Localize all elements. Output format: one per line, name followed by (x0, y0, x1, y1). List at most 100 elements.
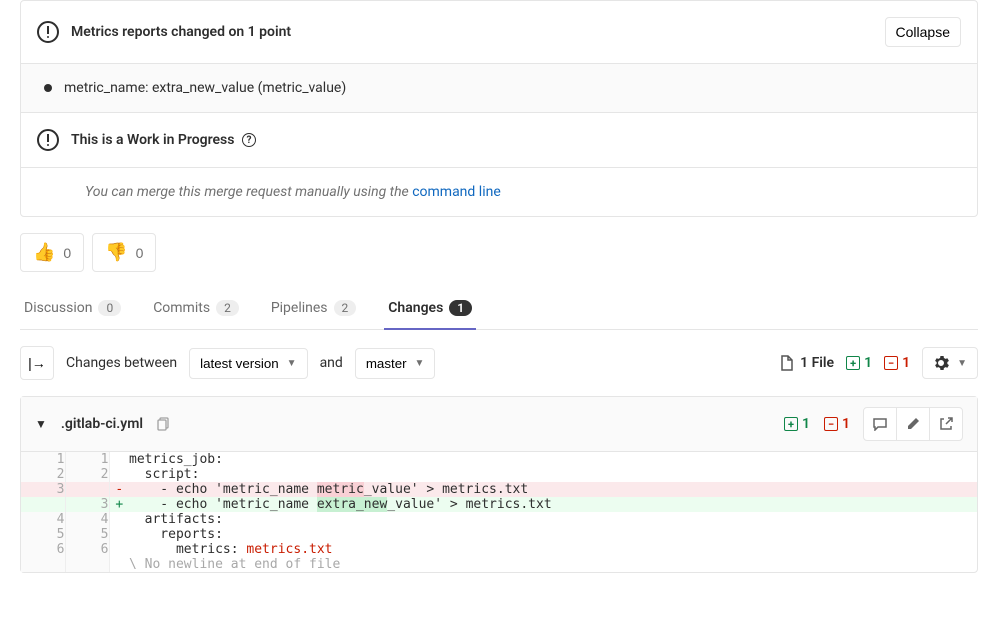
chevron-down-icon: ▼ (415, 358, 425, 369)
diff-file-panel: ▼ .gitlab-ci.yml + 1 − 1 (20, 396, 978, 573)
diff-file-header: ▼ .gitlab-ci.yml + 1 − 1 (21, 397, 977, 452)
copy-path-icon[interactable] (157, 417, 171, 431)
mr-tabs: Discussion 0 Commits 2 Pipelines 2 Chang… (20, 288, 978, 330)
diff-line[interactable]: 11 metrics_job: (21, 452, 977, 467)
tab-pipelines-badge: 2 (334, 300, 357, 316)
deletions-count: 1 (902, 355, 910, 371)
alert-icon (37, 129, 59, 151)
file-name: .gitlab-ci.yml (61, 416, 143, 432)
help-icon[interactable]: ? (242, 133, 256, 147)
diff-line[interactable]: 3+ - echo 'metric_name extra_new_value' … (21, 497, 977, 512)
command-line-link[interactable]: command line (412, 184, 501, 200)
thumbs-up-button[interactable]: 👍 0 (20, 233, 84, 272)
old-line-number: 6 (21, 542, 65, 557)
pencil-icon (906, 417, 920, 431)
new-line-number: 1 (65, 452, 109, 467)
code-content: metrics_job: (129, 452, 977, 467)
code-content: metrics: metrics.txt (129, 542, 977, 557)
version-dropdown[interactable]: latest version ▼ (189, 348, 307, 379)
chevron-down-icon: ▼ (957, 358, 967, 369)
tab-pipelines[interactable]: Pipelines 2 (267, 288, 360, 330)
collapse-file-toggle[interactable]: ▼ (35, 417, 47, 431)
new-line-number: 2 (65, 467, 109, 482)
code-content: - echo 'metric_name extra_new_value' > m… (129, 497, 977, 512)
code-content: - echo 'metric_name metric_value' > metr… (129, 482, 977, 497)
diff-sign (109, 527, 129, 542)
external-link-icon (939, 417, 953, 431)
comment-icon (872, 417, 888, 431)
file-deletions-count: 1 (842, 416, 850, 432)
old-line-number: 3 (21, 482, 65, 497)
old-line-number (21, 497, 65, 512)
and-label: and (320, 355, 343, 371)
thumbs-up-icon: 👍 (33, 242, 55, 263)
diff-sign: - (109, 482, 129, 497)
alert-icon (37, 21, 59, 43)
thumbs-up-count: 0 (63, 245, 71, 261)
reactions-bar: 👍 0 👎 0 (20, 233, 978, 272)
target-branch-label: master (366, 356, 407, 371)
chevron-down-icon: ▼ (287, 358, 297, 369)
diff-sign (109, 452, 129, 467)
diff-sign (109, 467, 129, 482)
new-line-number: 4 (65, 512, 109, 527)
file-icon (780, 355, 794, 371)
new-line-number (65, 482, 109, 497)
collapse-button[interactable]: Collapse (885, 17, 961, 47)
merge-manual-row: You can merge this merge request manuall… (21, 167, 977, 216)
diff-table: 11 metrics_job:22 script:3 - - echo 'metr… (21, 452, 977, 572)
no-newline-text: \ No newline at end of file (129, 557, 977, 572)
bullet-icon (44, 84, 52, 92)
metrics-heading: Metrics reports changed on 1 point (71, 24, 873, 40)
minus-square-icon: − (884, 356, 898, 370)
metrics-detail-text: metric_name: extra_new_value (metric_val… (64, 80, 346, 96)
metrics-detail-row: metric_name: extra_new_value (metric_val… (21, 63, 977, 112)
comment-file-button[interactable] (863, 407, 897, 441)
code-content: reports: (129, 527, 977, 542)
additions-stat: + 1 (846, 355, 872, 371)
diff-sign (109, 542, 129, 557)
tab-changes[interactable]: Changes 1 (384, 288, 476, 330)
file-additions-count: 1 (802, 416, 810, 432)
tab-pipelines-label: Pipelines (271, 300, 328, 316)
diff-line[interactable]: 66 metrics: metrics.txt (21, 542, 977, 557)
metrics-header-row: Metrics reports changed on 1 point Colla… (21, 1, 977, 63)
old-line-number: 5 (21, 527, 65, 542)
code-content: script: (129, 467, 977, 482)
wip-heading-text: This is a Work in Progress (71, 132, 234, 148)
plus-square-icon: + (784, 417, 798, 431)
tab-commits-label: Commits (153, 300, 210, 316)
wip-heading: This is a Work in Progress ? (71, 132, 961, 148)
expand-icon: |→ (28, 355, 46, 371)
tab-changes-badge: 1 (449, 300, 472, 316)
target-branch-dropdown[interactable]: master ▼ (355, 348, 436, 379)
thumbs-down-icon: 👎 (105, 242, 127, 263)
tab-commits-badge: 2 (216, 300, 239, 316)
version-label: latest version (200, 356, 279, 371)
view-file-button[interactable] (929, 407, 963, 441)
diff-line[interactable]: 22 script: (21, 467, 977, 482)
thumbs-down-button[interactable]: 👎 0 (92, 233, 156, 272)
tab-changes-label: Changes (388, 300, 443, 316)
tab-discussion-label: Discussion (24, 300, 92, 316)
file-count: 1 File (780, 355, 834, 371)
diff-sign: + (109, 497, 129, 512)
merge-prefix: You can merge this merge request manuall… (85, 184, 412, 200)
tab-commits[interactable]: Commits 2 (149, 288, 243, 330)
tab-discussion[interactable]: Discussion 0 (20, 288, 125, 330)
changes-toolbar: |→ Changes between latest version ▼ and … (0, 330, 998, 396)
plus-square-icon: + (846, 356, 860, 370)
no-newline-row: \ No newline at end of file (21, 557, 977, 572)
new-line-number: 6 (65, 542, 109, 557)
file-deletions-stat: − 1 (824, 416, 850, 432)
diff-line[interactable]: 3 - - echo 'metric_name metric_value' > m… (21, 482, 977, 497)
toggle-sidebar-button[interactable]: |→ (20, 346, 54, 380)
diff-settings-dropdown[interactable]: ▼ (922, 347, 978, 379)
diff-line[interactable]: 55 reports: (21, 527, 977, 542)
old-line-number: 1 (21, 452, 65, 467)
diff-line[interactable]: 44 artifacts: (21, 512, 977, 527)
new-line-number: 5 (65, 527, 109, 542)
merge-manual-text: You can merge this merge request manuall… (37, 184, 501, 200)
wip-row: This is a Work in Progress ? (21, 112, 977, 167)
edit-file-button[interactable] (896, 407, 930, 441)
